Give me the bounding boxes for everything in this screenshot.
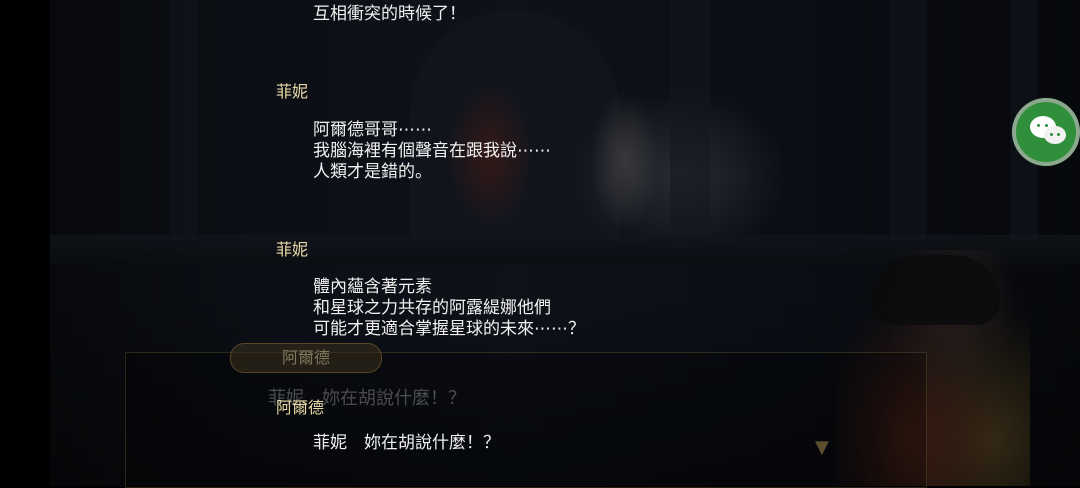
log-speaker-name: 阿爾德 [276, 398, 325, 417]
next-arrow-icon: ▼ [815, 437, 829, 458]
left-letterbox [0, 0, 50, 486]
log-line: 體內蘊含著元素 [313, 277, 432, 297]
wechat-bubble-small [1044, 126, 1066, 144]
log-speaker-name: 菲妮 [276, 82, 309, 101]
log-line: 和星球之力共存的阿露緹娜他們 [313, 298, 551, 318]
log-line: 人類才是錯的。 [313, 162, 432, 182]
log-line: 菲妮 妳在胡說什麼！？ [313, 433, 500, 453]
log-line: 可能才更適合掌握星球的未來⋯⋯？ [313, 319, 585, 339]
log-line: 我腦海裡有個聲音在跟我說⋯⋯ [313, 141, 551, 161]
dialog-name-plate: 阿爾德 [230, 343, 382, 373]
log-speaker-name: 菲妮 [276, 240, 309, 259]
log-line: 阿爾德哥哥⋯⋯ [313, 120, 432, 140]
wechat-icon[interactable] [1012, 98, 1080, 166]
log-line: 互相衝突的時候了！ [313, 4, 466, 24]
